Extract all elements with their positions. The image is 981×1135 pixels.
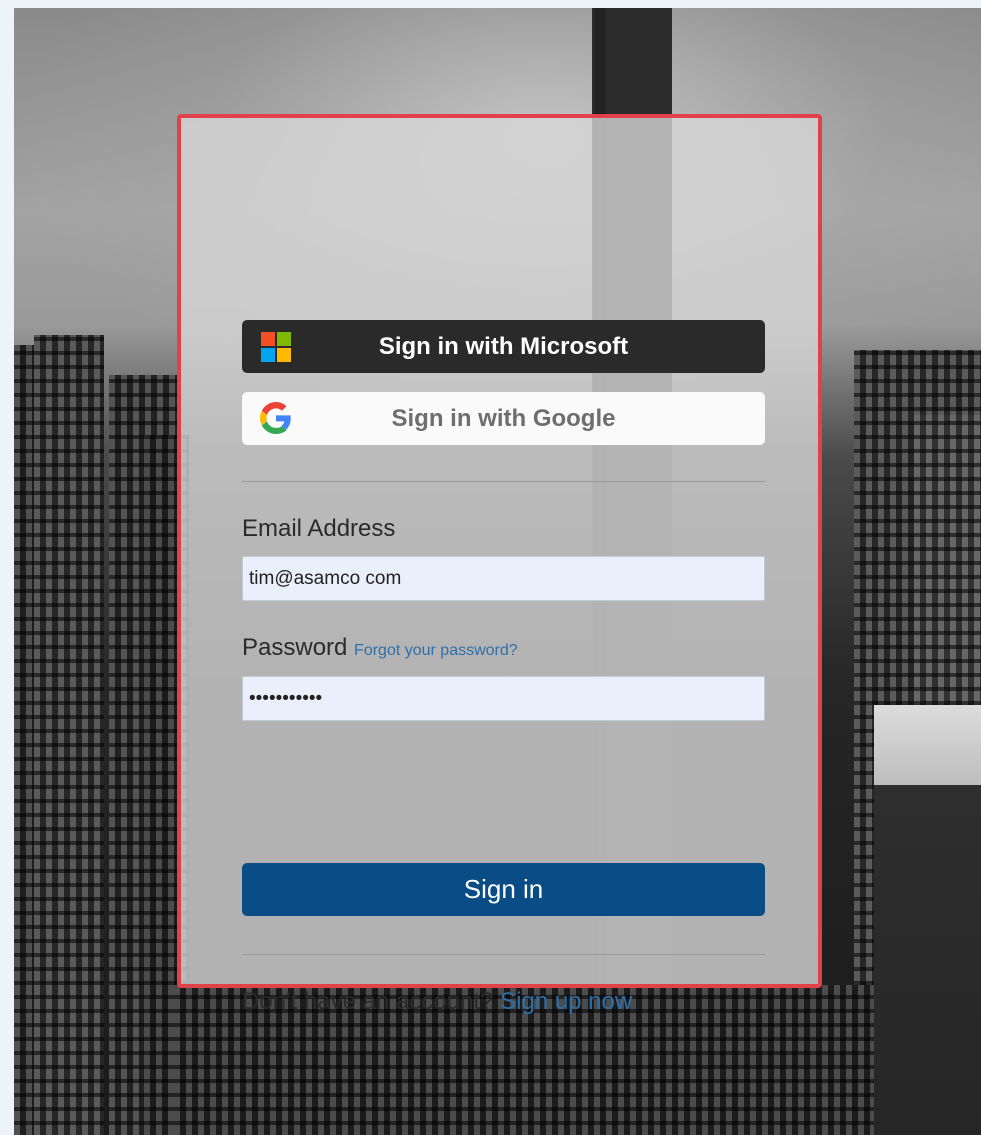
sign-in-button-label: Sign in [463,874,544,904]
microsoft-button-label: Sign in with Microsoft [378,332,629,360]
password-label-row: Password Forgot your password? [242,634,518,662]
password-label: Password [242,634,348,661]
divider [242,954,765,955]
google-g-icon [260,402,291,434]
billboard [874,705,981,1135]
password-field[interactable] [242,676,765,721]
sign-in-google-button[interactable]: Sign in with Google [242,392,765,445]
email-label: Email Address [242,515,396,542]
forgot-password-link[interactable]: Forgot your password? [354,642,518,659]
sign-in-button[interactable]: Sign in [242,863,765,916]
email-field[interactable] [242,556,765,601]
login-card: Sign in with Microsoft Sign in with Goog… [177,114,822,1015]
sign-up-link[interactable]: Sign up now [500,988,632,1015]
building [34,335,104,1135]
signup-row: Don't have an account? Sign up now [242,988,632,1016]
google-button-label: Sign in with Google [391,404,616,432]
signup-prompt: Don't have an account? [242,988,494,1015]
divider [242,481,765,482]
microsoft-logo-icon [261,332,291,362]
sign-in-microsoft-button[interactable]: Sign in with Microsoft [242,320,765,373]
